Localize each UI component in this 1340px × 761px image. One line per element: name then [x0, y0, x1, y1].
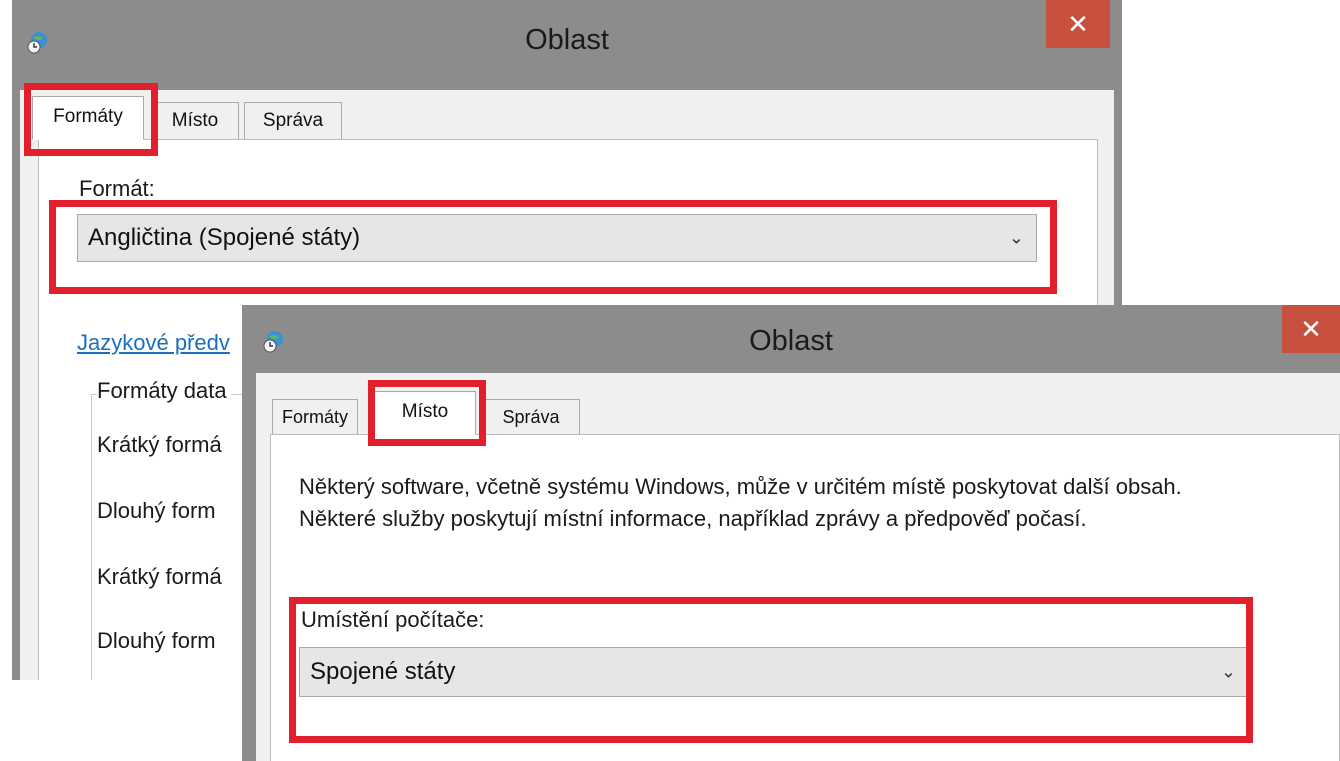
tab-misto[interactable]: Místo	[151, 102, 239, 140]
close-button[interactable]: ✕	[1046, 0, 1110, 48]
window-title: Oblast	[749, 325, 833, 357]
long-date-label: Dlouhý form	[97, 498, 216, 523]
tab-sprava[interactable]: Správa	[482, 399, 580, 435]
highlight-tab-formaty	[24, 83, 158, 156]
tab-sprava[interactable]: Správa	[244, 102, 342, 140]
short-date-label: Krátký formá	[97, 432, 222, 457]
short-time-label: Krátký formá	[97, 564, 222, 589]
close-button[interactable]: ✕	[1282, 305, 1340, 353]
long-time-label: Dlouhý form	[97, 628, 216, 653]
highlight-location-select	[289, 597, 1253, 743]
location-description: Některý software, včetně systému Windows…	[299, 474, 1182, 531]
tab-formaty[interactable]: Formáty	[272, 399, 358, 435]
title-bar: Oblast ✕	[242, 305, 1340, 375]
date-formats-group-label: Formáty data	[97, 378, 231, 404]
close-icon: ✕	[1067, 9, 1089, 39]
window-title: Oblast	[525, 24, 609, 56]
format-label: Formát:	[79, 176, 155, 201]
language-settings-link[interactable]: Jazykové předv	[77, 330, 230, 356]
title-bar: Oblast ✕	[12, 0, 1122, 90]
highlight-tab-misto	[368, 380, 486, 446]
close-icon: ✕	[1300, 314, 1322, 344]
highlight-format-select	[49, 200, 1057, 294]
